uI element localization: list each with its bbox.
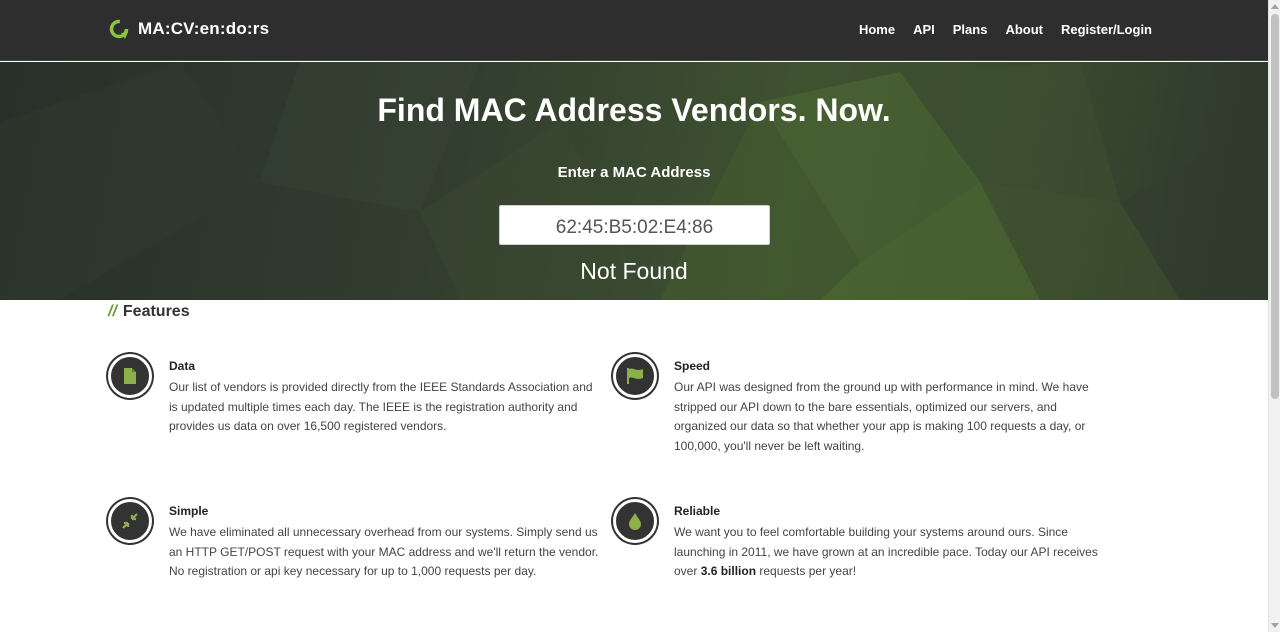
- scrollbar-thumb[interactable]: [1271, 14, 1279, 399]
- feature-icon-circle: [613, 499, 657, 543]
- nav-about[interactable]: About: [1005, 22, 1043, 37]
- nav-home[interactable]: Home: [859, 22, 895, 37]
- feature-title: Simple: [169, 504, 209, 518]
- brand-name: MA:CV:en:do:rs: [138, 19, 270, 38]
- flag-icon: [627, 368, 643, 384]
- feature-icon-circle: [613, 354, 657, 398]
- features-heading: // Features: [108, 303, 190, 321]
- feature-icon-circle: [108, 499, 152, 543]
- nav-register-login[interactable]: Register/Login: [1061, 22, 1152, 37]
- features-heading-text: Features: [122, 303, 190, 320]
- feature-description: Our API was designed from the ground up …: [674, 380, 1089, 453]
- main-nav: Home API Plans About Register/Login: [841, 22, 1152, 37]
- feature-title: Reliable: [674, 504, 721, 518]
- drop-icon: [629, 513, 641, 530]
- feature-text-part: requests per year!: [756, 564, 857, 578]
- feature-text-highlight: 3.6 billion: [700, 564, 757, 578]
- mac-input-label: Enter a MAC Address: [557, 164, 711, 181]
- feature-icon-circle: [108, 354, 152, 398]
- scroll-up-arrow-icon[interactable]: [1271, 4, 1279, 9]
- refresh-logo-icon: [109, 19, 129, 39]
- document-icon: [124, 368, 136, 384]
- lookup-result: Not Found: [580, 258, 688, 284]
- hero-title: Find MAC Address Vendors. Now.: [377, 92, 891, 128]
- navbar: MA:CV:en:do:rs Home API Plans About Regi…: [0, 0, 1268, 61]
- feature-description: We want you to feel comfortable building…: [674, 523, 1104, 582]
- feature-title: Speed: [674, 359, 711, 373]
- feature-description: Our list of vendors is provided directly…: [169, 380, 593, 433]
- scroll-down-arrow-icon[interactable]: [1271, 623, 1279, 628]
- feature-title: Data: [169, 359, 196, 373]
- brand-logo[interactable]: MA:CV:en:do:rs: [108, 18, 269, 40]
- hero-section: Find MAC Address Vendors. Now. Enter a M…: [0, 62, 1268, 300]
- page-scrollbar[interactable]: [1268, 0, 1280, 632]
- nav-api[interactable]: API: [913, 22, 935, 37]
- feature-description: We have eliminated all unnecessary overh…: [169, 525, 599, 578]
- compress-icon: [122, 513, 138, 529]
- nav-plans[interactable]: Plans: [953, 22, 988, 37]
- mac-address-input[interactable]: [499, 205, 770, 245]
- heading-slashes: //: [108, 303, 117, 320]
